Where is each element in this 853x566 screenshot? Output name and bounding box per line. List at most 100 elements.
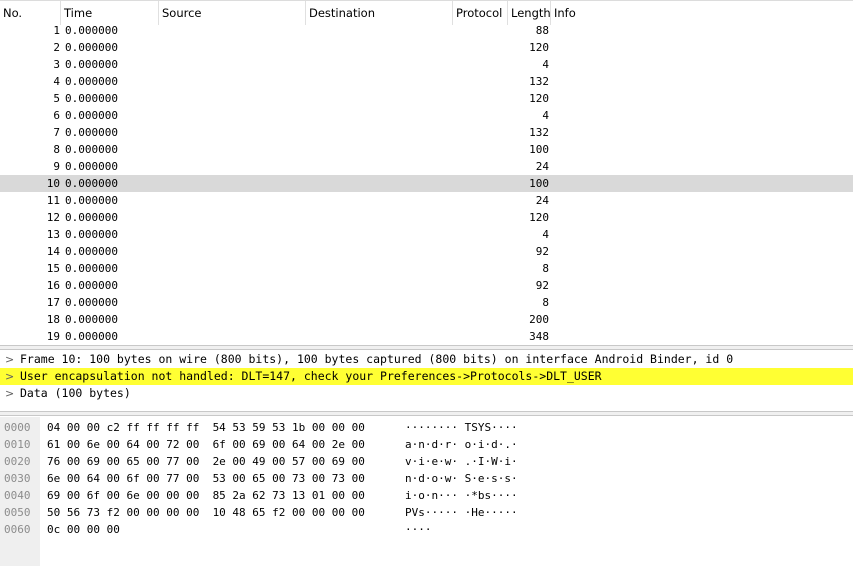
packet-no: 7 <box>53 126 60 139</box>
packet-time: 0.000000 <box>65 41 118 54</box>
detail-text: User encapsulation not handled: DLT=147,… <box>20 369 602 383</box>
packet-no: 5 <box>53 92 60 105</box>
packet-row[interactable]: 4 0.000000 132 <box>0 73 853 90</box>
packet-time: 0.000000 <box>65 262 118 275</box>
packet-list[interactable]: No. Time Source Destination Protocol Len… <box>0 0 853 345</box>
detail-row[interactable]: > Frame 10: 100 bytes on wire (800 bits),… <box>0 351 853 368</box>
ascii-bytes: PVs····· ·He····· <box>405 506 518 519</box>
byte-offset: 0000 <box>4 421 31 434</box>
packet-time: 0.000000 <box>65 126 118 139</box>
detail-text: Data (100 bytes) <box>20 386 131 400</box>
ascii-bytes: i·o·n··· ·*bs···· <box>405 489 518 502</box>
packet-details[interactable]: > Frame 10: 100 bytes on wire (800 bits),… <box>0 351 853 411</box>
packet-length: 200 <box>529 313 549 326</box>
packet-length: 4 <box>542 58 549 71</box>
packet-row[interactable]: 5 0.000000 120 <box>0 90 853 107</box>
packet-no: 1 <box>53 24 60 37</box>
packet-no: 18 <box>46 313 60 326</box>
packet-length: 100 <box>529 177 549 190</box>
packet-row[interactable]: 13 0.000000 4 <box>0 226 853 243</box>
packet-no: 6 <box>53 109 60 122</box>
packet-time: 0.000000 <box>65 24 118 37</box>
bytes-row[interactable]: 0060 0c 00 00 00 ···· <box>0 522 853 537</box>
packet-row[interactable]: 19 0.000000 348 <box>0 328 853 345</box>
packet-time: 0.000000 <box>65 58 118 71</box>
packet-bytes[interactable]: 0000 04 00 00 c2 ff ff ff ff 54 53 59 53 … <box>0 417 853 566</box>
chevron-right-icon[interactable]: > <box>5 351 14 368</box>
bytes-row[interactable]: 0040 69 00 6f 00 6e 00 00 00 85 2a 62 73 … <box>0 488 853 503</box>
packet-time: 0.000000 <box>65 211 118 224</box>
bytes-row[interactable]: 0020 76 00 69 00 65 00 77 00 2e 00 49 00 … <box>0 454 853 469</box>
detail-row-warning[interactable]: > User encapsulation not handled: DLT=147… <box>0 368 853 385</box>
chevron-right-icon[interactable]: > <box>5 385 14 402</box>
packet-row[interactable]: 6 0.000000 4 <box>0 107 853 124</box>
packet-row[interactable]: 15 0.000000 8 <box>0 260 853 277</box>
bytes-row[interactable]: 0050 50 56 73 f2 00 00 00 00 10 48 65 f2 … <box>0 505 853 520</box>
packet-time: 0.000000 <box>65 194 118 207</box>
packet-length: 88 <box>535 24 549 37</box>
packet-time: 0.000000 <box>65 228 118 241</box>
hex-bytes: 50 56 73 f2 00 00 00 00 10 48 65 f2 00 0… <box>47 506 365 519</box>
pane-splitter[interactable] <box>0 411 853 416</box>
packet-row[interactable]: 8 0.000000 100 <box>0 141 853 158</box>
packet-time: 0.000000 <box>65 109 118 122</box>
hex-bytes: 0c 00 00 00 <box>47 523 120 536</box>
packet-row[interactable]: 7 0.000000 132 <box>0 124 853 141</box>
byte-offset: 0060 <box>4 523 31 536</box>
hex-bytes: 6e 00 64 00 6f 00 77 00 53 00 65 00 73 0… <box>47 472 365 485</box>
packet-time: 0.000000 <box>65 279 118 292</box>
packet-length: 132 <box>529 75 549 88</box>
packet-time: 0.000000 <box>65 296 118 309</box>
packet-length: 120 <box>529 211 549 224</box>
packet-length: 8 <box>542 262 549 275</box>
packet-time: 0.000000 <box>65 92 118 105</box>
detail-text: Frame 10: 100 bytes on wire (800 bits), … <box>20 352 734 366</box>
packet-row[interactable]: 3 0.000000 4 <box>0 56 853 73</box>
packet-length: 100 <box>529 143 549 156</box>
packet-length: 132 <box>529 126 549 139</box>
packet-row[interactable]: 12 0.000000 120 <box>0 209 853 226</box>
packet-length: 4 <box>542 109 549 122</box>
packet-row[interactable]: 18 0.000000 200 <box>0 311 853 328</box>
packet-no: 14 <box>46 245 60 258</box>
detail-row[interactable]: > Data (100 bytes) <box>0 385 853 402</box>
packet-no: 17 <box>46 296 60 309</box>
bytes-row[interactable]: 0000 04 00 00 c2 ff ff ff ff 54 53 59 53 … <box>0 420 853 435</box>
ascii-bytes: v·i·e·w· .·I·W·i· <box>405 455 518 468</box>
bytes-row[interactable]: 0030 6e 00 64 00 6f 00 77 00 53 00 65 00 … <box>0 471 853 486</box>
hex-bytes: 61 00 6e 00 64 00 72 00 6f 00 69 00 64 0… <box>47 438 365 451</box>
packet-time: 0.000000 <box>65 143 118 156</box>
packet-time: 0.000000 <box>65 160 118 173</box>
packet-no: 12 <box>46 211 60 224</box>
hex-bytes: 04 00 00 c2 ff ff ff ff 54 53 59 53 1b 0… <box>47 421 365 434</box>
packet-time: 0.000000 <box>65 245 118 258</box>
packet-row[interactable]: 14 0.000000 92 <box>0 243 853 260</box>
packet-length: 348 <box>529 330 549 343</box>
packet-row[interactable]: 1 0.000000 88 <box>0 22 853 39</box>
packet-time: 0.000000 <box>65 75 118 88</box>
packet-row[interactable]: 11 0.000000 24 <box>0 192 853 209</box>
hex-bytes: 76 00 69 00 65 00 77 00 2e 00 49 00 57 0… <box>47 455 365 468</box>
packet-time: 0.000000 <box>65 177 118 190</box>
ascii-bytes: n·d·o·w· S·e·s·s· <box>405 472 518 485</box>
hex-bytes: 69 00 6f 00 6e 00 00 00 85 2a 62 73 13 0… <box>47 489 365 502</box>
packet-length: 120 <box>529 92 549 105</box>
packet-rows: 1 0.000000 88 2 0.000000 120 3 0.000000 4 4 0.0000… <box>0 22 853 345</box>
packet-length: 8 <box>542 296 549 309</box>
packet-list-header: No. Time Source Destination Protocol Len… <box>0 0 853 25</box>
chevron-right-icon[interactable]: > <box>5 368 14 385</box>
ascii-bytes: a·n·d·r· o·i·d·.· <box>405 438 518 451</box>
packet-row[interactable]: 17 0.000000 8 <box>0 294 853 311</box>
packet-length: 24 <box>535 160 549 173</box>
ascii-bytes: ········ TSYS···· <box>405 421 518 434</box>
packet-row[interactable]: 9 0.000000 24 <box>0 158 853 175</box>
packet-length: 120 <box>529 41 549 54</box>
packet-row[interactable]: 2 0.000000 120 <box>0 39 853 56</box>
byte-offset: 0050 <box>4 506 31 519</box>
packet-row[interactable]: 16 0.000000 92 <box>0 277 853 294</box>
packet-row[interactable]: 10 0.000000 100 <box>0 175 853 192</box>
pane-splitter[interactable] <box>0 345 853 350</box>
packet-length: 92 <box>535 245 549 258</box>
packet-no: 15 <box>46 262 60 275</box>
bytes-row[interactable]: 0010 61 00 6e 00 64 00 72 00 6f 00 69 00 … <box>0 437 853 452</box>
